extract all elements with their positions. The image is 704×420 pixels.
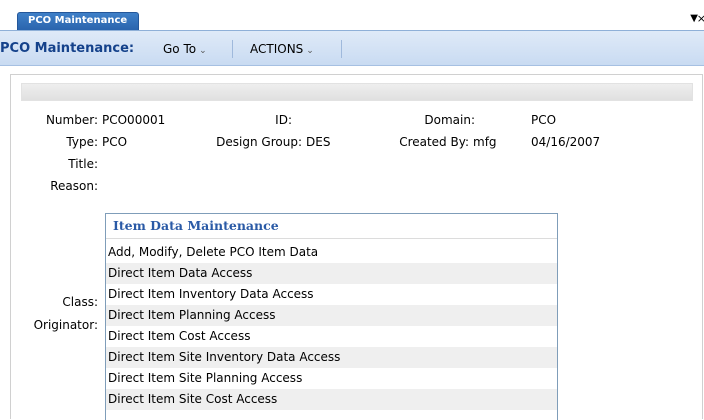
- title-label: Title:: [68, 157, 98, 171]
- type-value[interactable]: PCO: [102, 135, 127, 149]
- domain-label: Domain:: [424, 113, 475, 127]
- close-icon[interactable]: ×: [697, 13, 704, 24]
- page-title: PCO Maintenance:: [0, 41, 135, 56]
- design-group-label: Design Group:: [216, 135, 302, 149]
- panel-header-bar: [21, 83, 693, 101]
- originator-label: Originator:: [33, 318, 98, 332]
- chevron-down-icon: ⌄: [306, 46, 314, 56]
- item-data-maintenance-dropdown: Item Data Maintenance Add, Modify, Delet…: [105, 213, 558, 420]
- domain-value[interactable]: PCO: [531, 113, 556, 127]
- created-by-value[interactable]: mfg: [473, 135, 497, 149]
- menu-item-direct-item-data-access[interactable]: Direct Item Data Access: [106, 263, 557, 284]
- design-group-value[interactable]: DES: [306, 135, 330, 149]
- tab-pco-maintenance[interactable]: PCO Maintenance: [17, 12, 139, 30]
- actions-menu[interactable]: ACTIONS ⌄: [250, 42, 314, 56]
- number-value[interactable]: PCO00001: [102, 113, 165, 127]
- created-by-label: Created By:: [399, 135, 469, 149]
- menu-item-add-modify-delete-pco-item-data[interactable]: Add, Modify, Delete PCO Item Data: [106, 242, 557, 263]
- type-label: Type:: [66, 135, 98, 149]
- class-label: Class:: [62, 295, 98, 309]
- created-date-value: 04/16/2007: [531, 135, 601, 149]
- menu-item-direct-item-site-planning-access[interactable]: Direct Item Site Planning Access: [106, 368, 557, 389]
- tab-label: PCO Maintenance: [28, 15, 128, 26]
- reason-label: Reason:: [50, 179, 98, 193]
- id-label: ID:: [275, 113, 292, 127]
- toolbar-separator: [341, 40, 342, 58]
- chevron-down-icon: ⌄: [199, 46, 207, 56]
- toolbar: PCO Maintenance: Go To ⌄ ACTIONS ⌄: [0, 31, 704, 66]
- number-label: Number:: [45, 113, 98, 127]
- tab-strip: PCO Maintenance ▼ ×: [0, 0, 704, 31]
- goto-menu-label: Go To: [163, 42, 197, 56]
- menu-item-direct-item-cost-access[interactable]: Direct Item Cost Access: [106, 326, 557, 347]
- toolbar-separator: [232, 40, 233, 58]
- actions-menu-label: ACTIONS: [250, 42, 304, 56]
- content-panel: Number: PCO00001 ID: Domain: PCO Type: P…: [10, 74, 703, 420]
- menu-item-direct-item-site-cost-access[interactable]: Direct Item Site Cost Access: [106, 389, 557, 410]
- menu-item-direct-item-site-inventory-data-access[interactable]: Direct Item Site Inventory Data Access: [106, 347, 557, 368]
- menu-item-direct-item-inventory-data-access[interactable]: Direct Item Inventory Data Access: [106, 284, 557, 305]
- menu-item-direct-item-planning-access[interactable]: Direct Item Planning Access: [106, 305, 557, 326]
- goto-menu[interactable]: Go To ⌄: [163, 42, 207, 56]
- dropdown-header: Item Data Maintenance: [106, 214, 557, 239]
